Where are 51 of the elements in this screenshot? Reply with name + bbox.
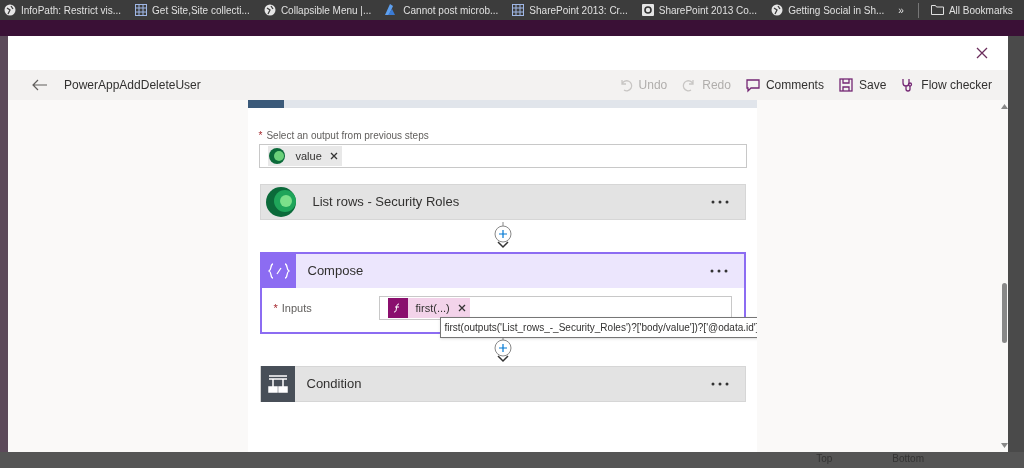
token-text: value xyxy=(294,148,323,164)
step-title: List rows - Security Roles xyxy=(312,193,461,212)
remove-icon[interactable] xyxy=(329,152,338,160)
step-card-header xyxy=(248,100,284,108)
scrollbar-thumb[interactable] xyxy=(1001,283,1007,343)
bookmark-item[interactable]: SharePoint 2013 Co... xyxy=(641,2,758,18)
bookmark-item[interactable]: Cannot post microb... xyxy=(385,2,499,18)
toolbar-button[interactable]: Save xyxy=(837,76,887,94)
bookmark-item[interactable]: InfoPath: Restrict vis... xyxy=(4,2,122,18)
field-label: * Inputs xyxy=(273,301,313,316)
step-title: Compose xyxy=(307,262,365,281)
bookmark-item[interactable]: SharePoint 2013: Cr... xyxy=(512,2,628,18)
more-options-icon[interactable] xyxy=(709,269,728,273)
comment-icon xyxy=(744,77,761,93)
token-text: first(...) xyxy=(414,300,451,316)
back-arrow-icon[interactable] xyxy=(32,79,48,91)
remove-icon[interactable] xyxy=(457,304,466,312)
close-icon[interactable] xyxy=(976,47,988,59)
scroll-up-icon[interactable] xyxy=(1000,104,1008,109)
step-title: Condition xyxy=(306,375,363,394)
field-label: * Select an output from previous steps xyxy=(258,129,430,143)
condition-icon xyxy=(260,366,295,402)
folder-icon xyxy=(930,5,944,15)
more-options-icon[interactable] xyxy=(710,382,729,386)
token-chip[interactable]: first(...) xyxy=(387,298,470,318)
bookmark-item[interactable]: Collapsible Menu |... xyxy=(263,2,372,18)
toolbar-button[interactable]: Flow checker xyxy=(900,76,992,94)
toolbar-button[interactable]: Comments xyxy=(744,76,824,94)
step-card[interactable]: List rows - Security Roles xyxy=(259,184,746,220)
grid-icon xyxy=(135,4,148,16)
scroll-down-icon[interactable] xyxy=(1000,443,1008,448)
bookmark-item[interactable]: Get Site,Site collecti... xyxy=(135,2,250,18)
globe-icon xyxy=(771,4,784,16)
globe-icon xyxy=(263,4,276,16)
save-icon xyxy=(837,77,854,93)
function-icon xyxy=(387,298,408,318)
dataverse-logo-icon xyxy=(267,147,288,165)
add-step-connector[interactable] xyxy=(491,336,514,364)
more-options-icon[interactable] xyxy=(710,200,729,204)
all-bookmarks-item[interactable]: All Bookmarks xyxy=(917,2,1013,18)
bookmark-item[interactable]: Getting Social in Sh... xyxy=(771,2,885,18)
more-bookmarks[interactable]: » xyxy=(898,2,904,18)
grid-icon xyxy=(512,4,525,16)
tooltip: first(outputs('List_rows_-_Security_Roles')?['body/value'])?['@odata.id'] xyxy=(439,317,757,338)
token-chip[interactable]: value xyxy=(267,146,342,166)
globe-icon xyxy=(4,4,16,16)
step-card[interactable]: Condition xyxy=(259,366,746,402)
add-step-connector[interactable] xyxy=(491,222,514,250)
office-icon xyxy=(641,4,654,16)
flow-title: PowerAppAddDeleteUser xyxy=(64,77,201,94)
input-field[interactable]: value xyxy=(258,144,747,168)
